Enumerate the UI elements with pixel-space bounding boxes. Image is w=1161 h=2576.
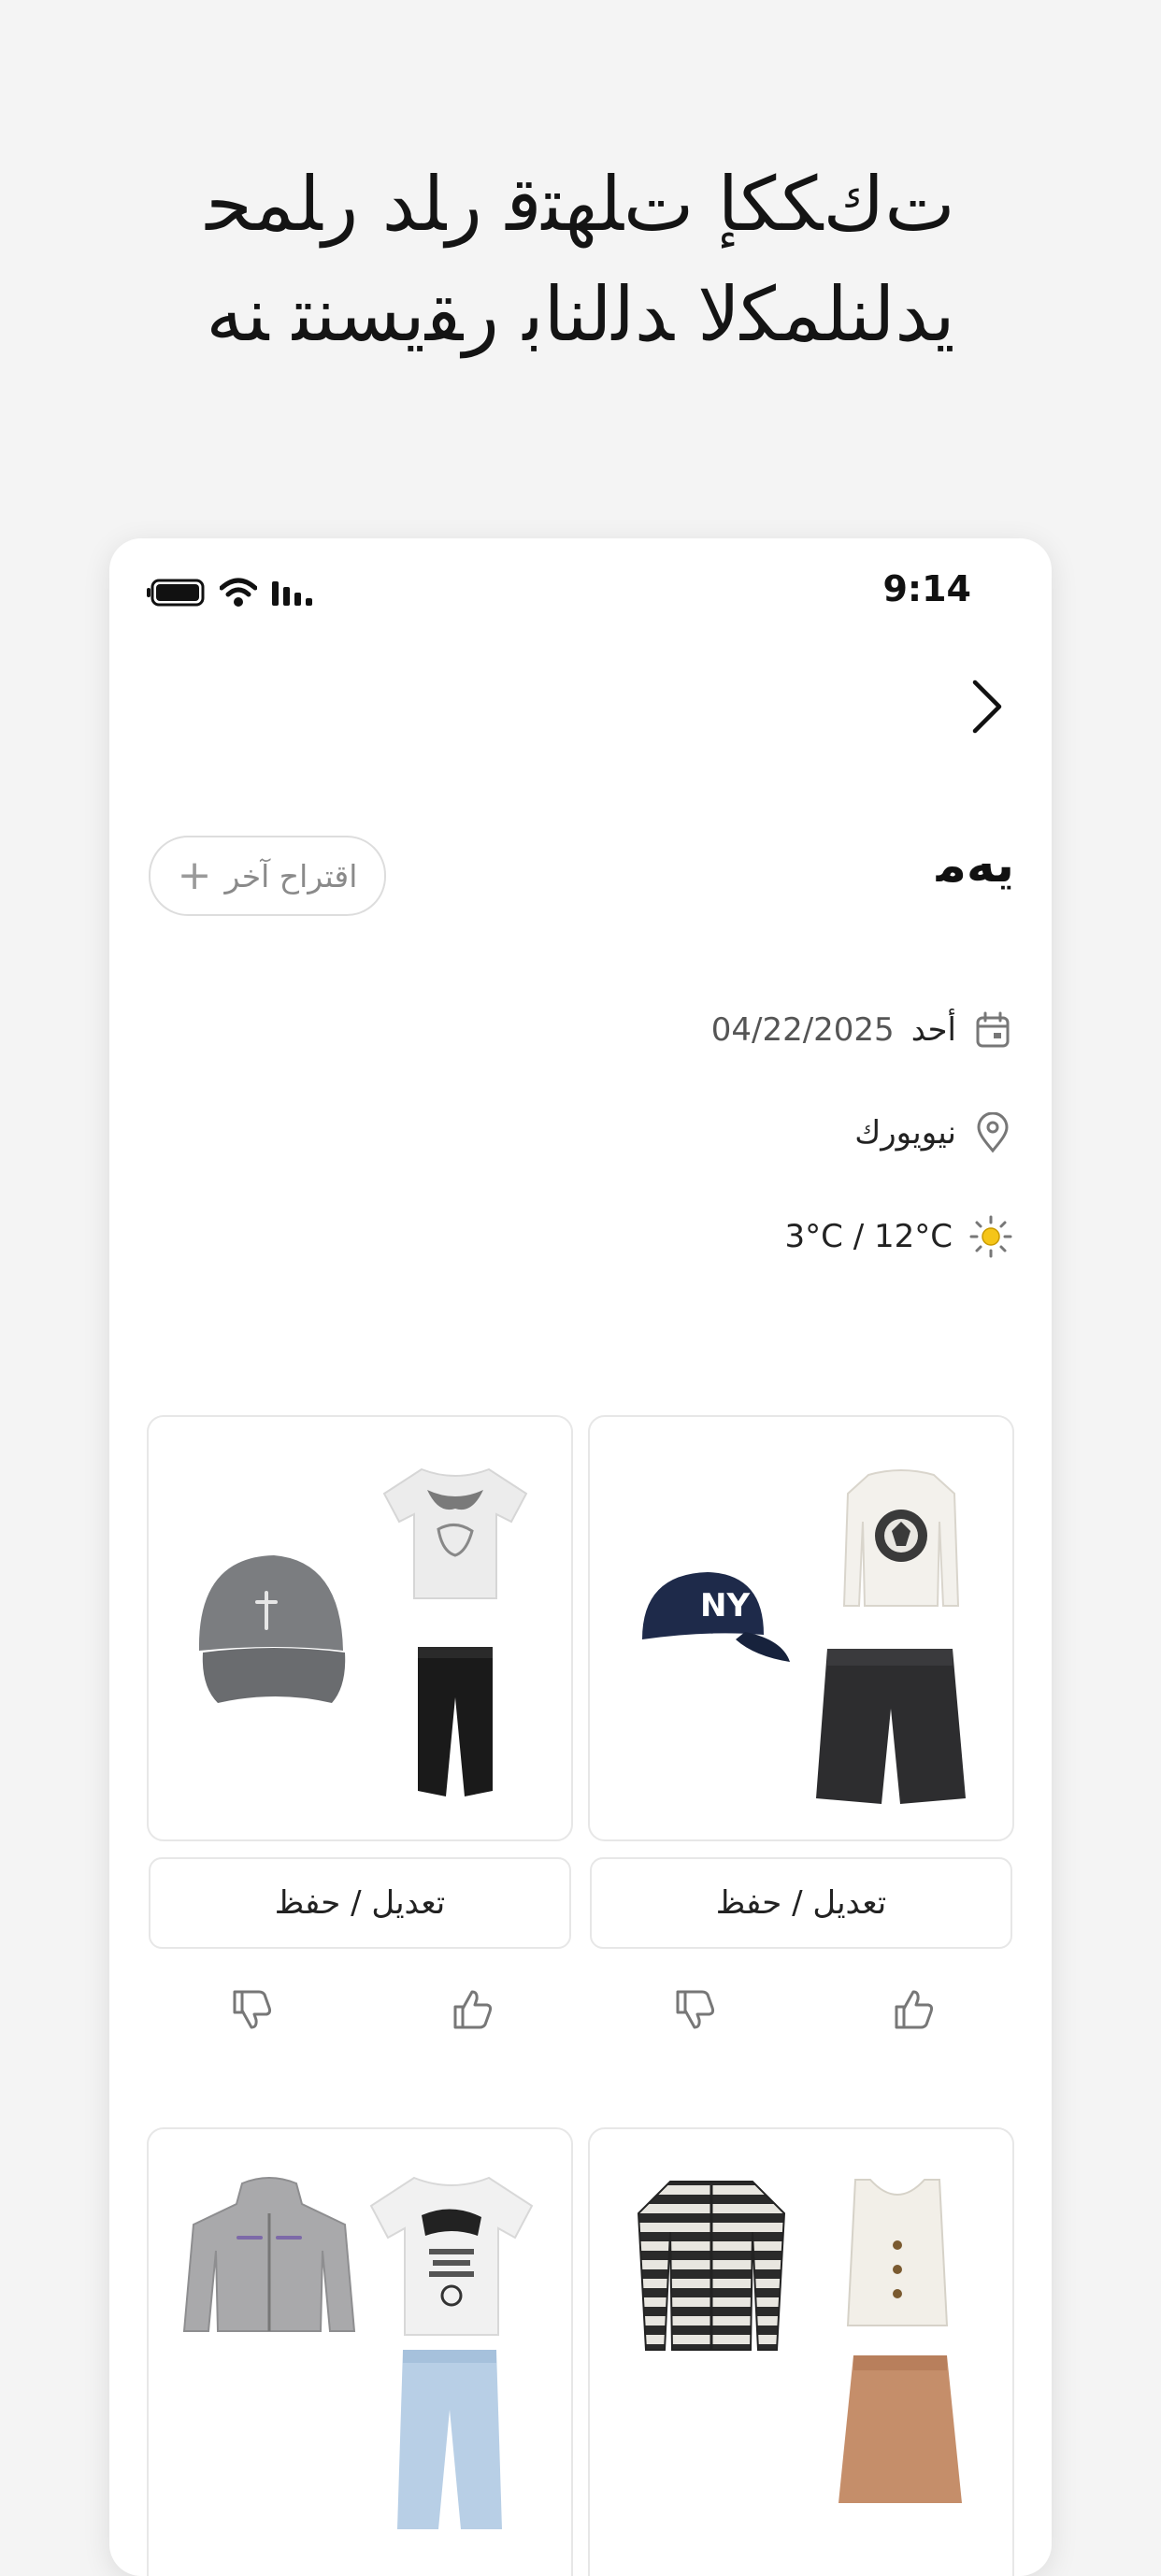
plus-icon: + [177,852,212,899]
thumbs-up-icon[interactable] [448,1986,494,2033]
black-pants-image [412,1641,498,1804]
outfit-card[interactable] [147,1415,573,1841]
outfit-card[interactable]: NY [588,1415,1014,1841]
status-time: 9:14 [882,568,971,609]
tan-skirt-image [835,2350,966,2512]
suggest-label: اقتراح آخر [224,857,358,894]
thumbs-up-icon[interactable] [889,1986,936,2033]
thumbs-down-icon[interactable] [670,1986,717,2033]
outfit-card[interactable] [588,2127,1014,2576]
location-row: نيويورك [854,1112,1012,1153]
battery-icon [147,578,207,608]
phone-frame: 9:14 ﻳﻪﻣ اقتراح آخر + أحد 04/22/2025 نيو… [109,538,1052,2576]
date-day: أحد [910,1011,956,1049]
light-blue-pants-image [394,2344,506,2535]
back-chevron-icon[interactable] [958,669,1014,744]
wifi-icon [220,578,257,608]
shorts-image [810,1639,969,1811]
calendar-icon [973,1010,1012,1050]
edit-save-button[interactable]: تعديل / حفظ [149,1857,571,1949]
weather-value: 3°C / 12°C [784,1218,953,1255]
headline-line-2: ﻳﺪﻟﻨﻠﻤﻜﻻ ﺪﻟﻟﻨﺎﺑ ﺭﻘﻳﺴﻨﺘ ﻨﻪ [206,271,955,358]
edit-save-button[interactable]: تعديل / حفظ [590,1857,1012,1949]
date-value: 04/22/2025 [710,1011,895,1049]
sun-icon [969,1215,1012,1258]
page-headline: ﺕﻙﻜﻜﺈ ﺕﻠﻬﺘﻗ ﺭﻠﺪ ﺭﻠﻤﺤ ﻳﺪﻟﻨﻠﻤﻜﻻ ﺪﻟﻟﻨﺎﺑ ﺭﻘﻳ… [56,150,1105,370]
thumbs-down-icon[interactable] [227,1986,274,2033]
location-pin-icon [973,1112,1012,1153]
signal-icon [270,578,315,608]
grey-cap-image [192,1538,351,1720]
status-bar: 9:14 [109,568,1052,624]
sweater-image [840,1466,962,1619]
status-icons [147,578,315,608]
tank-top-image [827,2172,968,2335]
graphic-tshirt-image [367,2170,536,2342]
headline-line-1: ﺕﻙﻜﻜﺈ ﺕﻠﻬﺘﻗ ﺭﻠﺪ ﺭﻠﻤﺤ [206,161,955,248]
outfit-card[interactable] [147,2127,573,2576]
tshirt-image [380,1462,530,1606]
location-value: نيويورك [854,1114,956,1152]
date-row: أحد 04/22/2025 [711,1010,1012,1050]
navy-cap-image: NY [633,1565,792,1681]
weather-row: 3°C / 12°C [785,1215,1012,1258]
svg-text:NY: NY [700,1587,750,1624]
suggest-another-button[interactable]: اقتراح آخر + [149,836,386,916]
grey-hoodie-image [180,2176,358,2348]
striped-cardigan-image [637,2176,786,2357]
section-title: ﻳﻪﻣ [936,837,1014,894]
